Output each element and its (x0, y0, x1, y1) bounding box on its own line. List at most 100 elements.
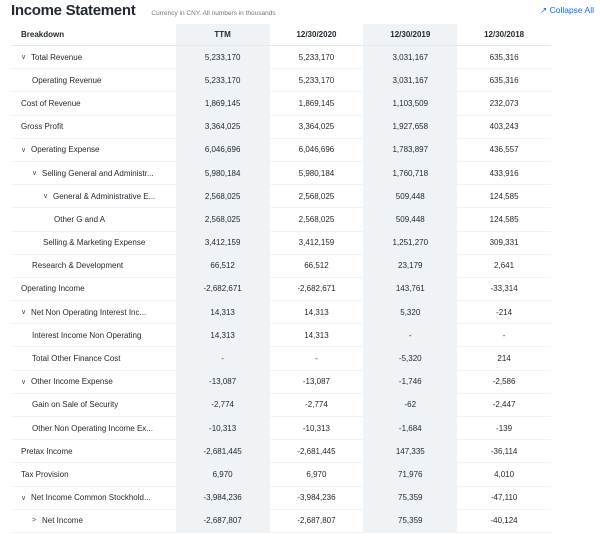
value-cell: -10,313 (302, 423, 330, 433)
row-label-cell: Cost of Revenue (11, 99, 176, 108)
table-row: Tax Provision 6,970 6,970 71,976 4,010 (11, 463, 551, 487)
chevron-down-icon[interactable]: ∨ (21, 378, 31, 386)
row-label-cell[interactable]: ∨ Selling General and Administr... (11, 169, 176, 178)
value-cell: 1,869,145 (175, 92, 270, 115)
value-cell: 232,073 (489, 98, 519, 108)
value-cell: -5,320 (363, 347, 458, 370)
chevron-right-icon[interactable]: > (32, 517, 42, 524)
value-cell: 75,359 (363, 509, 458, 532)
value-cell: 2,568,025 (298, 191, 335, 201)
value-cell: 66,512 (304, 261, 329, 271)
row-label: Gross Profit (21, 122, 64, 132)
value-cell: -3,984,236 (175, 486, 270, 509)
row-label: Research & Development (32, 261, 124, 271)
value-cell: 5,233,170 (298, 75, 335, 85)
table-header-row: Breakdown TTM 12/30/2020 12/30/2019 12/3… (11, 24, 551, 46)
row-label: Total Revenue (31, 52, 83, 62)
value-cell: -36,114 (490, 446, 518, 456)
row-label-cell: Tax Provision (11, 470, 176, 479)
table-row: Operating Revenue 5,233,170 5,233,170 3,031… (11, 69, 551, 93)
chevron-down-icon[interactable]: ∨ (21, 53, 31, 61)
row-label: Net Non Operating Interest Inc... (31, 307, 147, 317)
row-label-cell: Operating Income (11, 284, 176, 293)
row-label-cell: Total Other Finance Cost (11, 354, 176, 363)
table-row: ∨ Selling General and Administr... 5,980,1… (11, 161, 551, 186)
column-header-2020: 12/30/2020 (296, 30, 337, 39)
value-cell: -10,313 (175, 417, 270, 440)
value-cell: 147,335 (363, 440, 458, 463)
value-cell: 143,761 (363, 277, 458, 301)
value-cell: 14,313 (304, 307, 329, 317)
chevron-down-icon[interactable]: ∨ (21, 494, 31, 502)
value-cell: 1,251,270 (363, 231, 458, 254)
value-cell: - (175, 347, 270, 370)
value-cell: -2,687,807 (175, 509, 270, 532)
table-row: ∨ Net Income Common Stockhold... -3,984,23… (11, 486, 551, 510)
row-label-cell[interactable]: > Net Income (11, 516, 176, 525)
value-cell: 5,320 (363, 301, 458, 324)
value-cell: 4,010 (494, 469, 515, 479)
value-cell: 5,233,170 (175, 69, 270, 92)
table-row: ∨ Operating Expense 6,046,696 6,046,696 1,78… (11, 138, 551, 162)
value-cell: 6,046,696 (175, 138, 270, 161)
value-cell: -2,681,445 (297, 446, 336, 456)
value-cell: 1,927,658 (363, 115, 458, 138)
row-label-cell[interactable]: ∨ Other Income Expense (11, 377, 176, 386)
value-cell: 75,359 (363, 486, 458, 509)
row-label: Tax Provision (21, 469, 69, 479)
value-cell: -2,586 (492, 377, 516, 387)
chevron-down-icon[interactable]: ∨ (21, 146, 31, 154)
column-header-ttm: TTM (175, 24, 270, 45)
value-cell: - (315, 354, 318, 364)
page-title: Income Statement (11, 2, 136, 19)
collapse-all-button[interactable]: ↗︎ Collapse All (540, 5, 594, 16)
value-cell: 509,448 (363, 185, 458, 208)
table-row: ∨ Net Non Operating Interest Inc... 14,313… (11, 301, 551, 325)
value-cell: 433,916 (489, 168, 519, 178)
value-cell: -2,682,671 (175, 277, 270, 301)
row-label: Operating Income (21, 284, 85, 294)
table-row: Research & Development 66,512 66,512 23,179… (11, 254, 551, 278)
row-label: Interest Income Non Operating (32, 330, 142, 340)
value-cell: 124,585 (489, 191, 519, 201)
table-row: Operating Income -2,682,671 -2,682,671 143,… (11, 277, 551, 302)
value-cell: 403,243 (489, 122, 519, 132)
value-cell: -2,681,445 (175, 440, 270, 463)
row-label: Pretax Income (21, 446, 73, 456)
chevron-down-icon[interactable]: ∨ (21, 308, 31, 316)
row-label-cell[interactable]: ∨ General & Administrative E... (11, 192, 176, 201)
collapse-all-label: Collapse All (549, 5, 594, 15)
row-label-cell: Gross Profit (11, 122, 176, 131)
row-label-cell[interactable]: ∨ Net Non Operating Interest Inc... (11, 308, 176, 317)
table-row: > Net Income -2,687,807 -2,687,807 75,359 -40… (11, 509, 551, 533)
value-cell: 635,316 (489, 52, 519, 62)
row-label: Gain on Sale of Security (32, 400, 119, 410)
value-cell: -33,314 (490, 284, 518, 294)
row-label-cell[interactable]: ∨ Operating Expense (11, 145, 176, 154)
value-cell: 2,568,025 (175, 208, 270, 231)
table-row: Gross Profit 3,364,025 3,364,025 1,927,658 4… (11, 115, 551, 139)
table-row: Selling & Marketing Expense 3,412,159 3,41… (11, 231, 551, 255)
value-cell: -2,774 (175, 393, 270, 416)
table-row: ∨ Other Income Expense -13,087 -13,087 -1,74… (11, 370, 551, 394)
row-label-cell[interactable]: ∨ Net Income Common Stockhold... (11, 493, 176, 502)
value-cell: 214 (497, 354, 511, 364)
chevron-down-icon[interactable]: ∨ (32, 169, 42, 177)
value-cell: -40,124 (490, 516, 518, 526)
row-label-cell: Pretax Income (11, 447, 176, 456)
value-cell: 509,448 (363, 208, 458, 231)
value-cell: -3,984,236 (297, 493, 336, 503)
value-cell: 1,869,145 (298, 98, 335, 108)
value-cell: 635,316 (489, 75, 519, 85)
row-label-cell[interactable]: ∨ Total Revenue (11, 53, 176, 62)
value-cell: - (363, 324, 458, 347)
value-cell: 14,313 (175, 324, 270, 347)
table-row: Other G and A 2,568,025 2,568,025 509,448 12… (11, 208, 551, 232)
value-cell: 2,641 (494, 261, 515, 271)
row-label: Total Other Finance Cost (32, 354, 121, 364)
row-label: Operating Expense (31, 145, 100, 155)
value-cell: 3,364,025 (298, 122, 335, 132)
chevron-down-icon[interactable]: ∨ (43, 192, 53, 200)
value-cell: 5,980,184 (175, 161, 270, 185)
row-label: Selling & Marketing Expense (43, 238, 146, 248)
